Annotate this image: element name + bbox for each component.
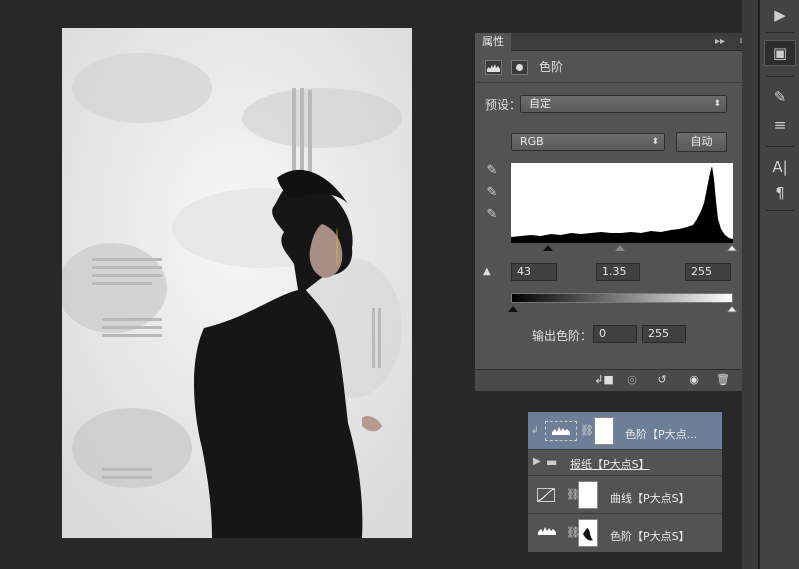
view-previous-icon[interactable]: ◎	[621, 372, 643, 388]
clip-indicator-icon: ↲	[531, 426, 539, 436]
layer-name[interactable]: 色阶【P大点...	[625, 426, 697, 442]
layer-name[interactable]: 色阶【P大点S】	[610, 528, 690, 544]
preset-label: 预设：	[485, 98, 522, 112]
chevron-updown-icon: ⬍	[713, 99, 721, 109]
panel-dock-edge	[742, 0, 758, 569]
histogram	[511, 163, 733, 243]
panel-header: 色阶	[475, 51, 756, 83]
properties-panel: 属性 ▸▸ ≡ 色阶 预设： 自定 ⬍ RGB ⬍ 自动 ✎ ✎ ✎ ▲ 43 …	[474, 32, 757, 392]
channel-select[interactable]: RGB ⬍	[511, 133, 665, 151]
expand-icon[interactable]: ▸▸	[715, 33, 725, 51]
chevron-updown-icon: ⬍	[651, 137, 659, 147]
channel-value: RGB	[520, 135, 544, 148]
input-gamma-field[interactable]: 1.35	[596, 263, 640, 281]
output-black-field[interactable]: 0	[593, 325, 637, 343]
paragraph-icon[interactable]: ¶	[764, 180, 796, 206]
panel-tabbar: 属性 ▸▸ ≡	[475, 33, 756, 51]
expand-arrow-icon[interactable]: ▶	[533, 456, 541, 467]
layer-name[interactable]: 曲线【P大点S】	[610, 490, 690, 506]
output-white-field[interactable]: 255	[642, 325, 686, 343]
input-black-field[interactable]: 43	[511, 263, 557, 281]
levels-layer-icon[interactable]	[537, 526, 557, 540]
layer-mask-thumbnail[interactable]	[578, 519, 598, 547]
clipping-warning-icon[interactable]: ▲	[483, 266, 491, 277]
panel-footer: ↲■ ◎ ↺ ◉ 🗑	[475, 369, 756, 391]
layer-name[interactable]: 报纸【P大点S】	[570, 456, 650, 472]
curves-layer-icon[interactable]	[537, 488, 555, 502]
white-eyedropper-icon[interactable]: ✎	[485, 207, 499, 223]
output-sliders[interactable]	[505, 304, 741, 314]
sliders-icon[interactable]: ≡	[764, 112, 796, 138]
output-label: 输出色阶：	[532, 329, 593, 343]
reset-icon[interactable]: ↺	[651, 372, 673, 388]
folder-icon: ▬	[546, 455, 558, 469]
auto-button[interactable]: 自动	[676, 132, 727, 152]
right-toolbar: ▶ ▣ ✎ ≡ A| ¶	[760, 0, 799, 569]
mask-icon[interactable]	[511, 60, 528, 75]
preset-value: 自定	[529, 97, 551, 110]
black-eyedropper-icon[interactable]: ✎	[485, 163, 499, 179]
document-canvas[interactable]	[62, 28, 412, 538]
levels-layer-icon[interactable]	[545, 421, 577, 441]
visibility-eye-icon[interactable]: ◉	[683, 372, 705, 388]
character-icon[interactable]: A|	[764, 154, 796, 180]
play-icon[interactable]: ▶	[764, 2, 796, 28]
histogram-graph	[511, 166, 733, 243]
tab-properties[interactable]: 属性	[475, 33, 511, 51]
brush-icon[interactable]: ✎	[764, 84, 796, 110]
properties-icon[interactable]: ▣	[764, 40, 796, 66]
input-white-field[interactable]: 255	[685, 263, 731, 281]
levels-adjustment-icon[interactable]	[485, 60, 502, 75]
layer-mask-thumbnail[interactable]	[578, 481, 598, 509]
output-gradient	[511, 293, 733, 303]
artwork-image	[62, 28, 412, 538]
layer-row[interactable]: ⛓ 色阶【P大点S】	[528, 514, 722, 552]
layer-row[interactable]: ⛓ 曲线【P大点S】	[528, 476, 722, 514]
input-sliders[interactable]	[505, 243, 741, 253]
layer-row[interactable]: ↲ ⛓ 色阶【P大点...	[528, 412, 722, 450]
link-icon[interactable]: ⛓	[580, 424, 594, 437]
layers-panel: ↲ ⛓ 色阶【P大点... ▶ ▬ 报纸【P大点S】 ⛓ 曲线【P大点S】 ⛓ …	[528, 412, 722, 552]
layer-mask-thumbnail[interactable]	[594, 417, 614, 445]
delete-trash-icon[interactable]: 🗑	[712, 372, 734, 388]
preset-select[interactable]: 自定 ⬍	[520, 95, 727, 113]
adjustment-title: 色阶	[539, 60, 564, 74]
layer-row[interactable]: ▶ ▬ 报纸【P大点S】	[528, 450, 722, 476]
gray-eyedropper-icon[interactable]: ✎	[485, 185, 499, 201]
clip-to-layer-icon[interactable]: ↲■	[593, 372, 615, 388]
